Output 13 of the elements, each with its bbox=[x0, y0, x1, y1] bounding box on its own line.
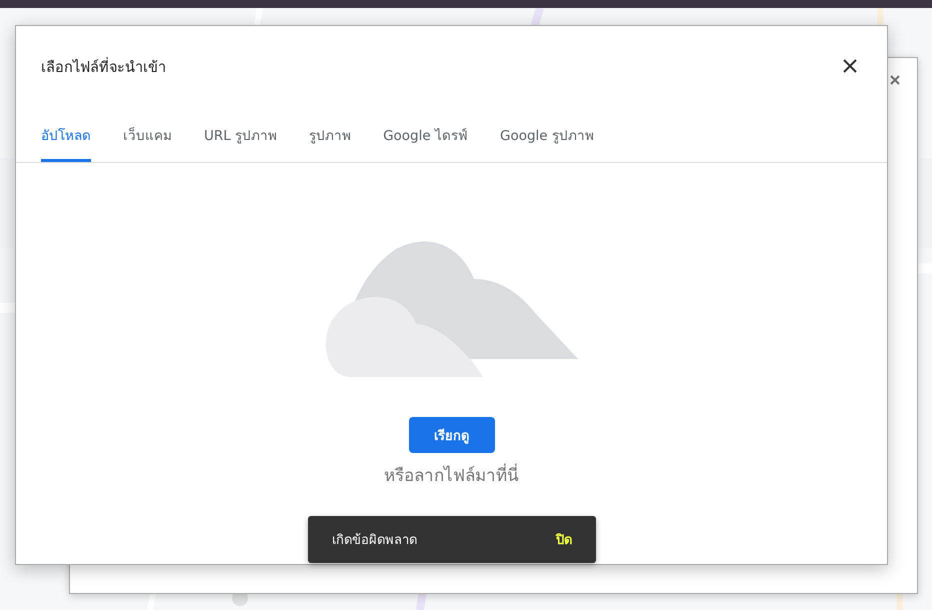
drop-hint: หรือลากไฟล์มาที่นี่ bbox=[384, 461, 519, 488]
snackbar-message: เกิดข้อผิดพลาด bbox=[332, 532, 417, 550]
close-icon[interactable] bbox=[889, 74, 901, 86]
tab[interactable]: เว็บแคม bbox=[123, 118, 172, 162]
tab[interactable]: Google รูปภาพ bbox=[500, 118, 594, 162]
dismiss-button[interactable]: ปิด bbox=[556, 529, 572, 550]
tab[interactable]: รูปภาพ bbox=[309, 118, 352, 162]
tab[interactable]: Google ไดรฟ์ bbox=[383, 118, 468, 162]
tab[interactable]: อัปโหลด bbox=[41, 118, 91, 162]
cloud-icon bbox=[326, 239, 578, 377]
tab[interactable]: URL รูปภาพ bbox=[204, 118, 278, 162]
dialog-title: เลือกไฟล์ที่จะนำเข้า bbox=[41, 54, 166, 78]
browse-button[interactable]: เรียกดู bbox=[408, 417, 494, 453]
